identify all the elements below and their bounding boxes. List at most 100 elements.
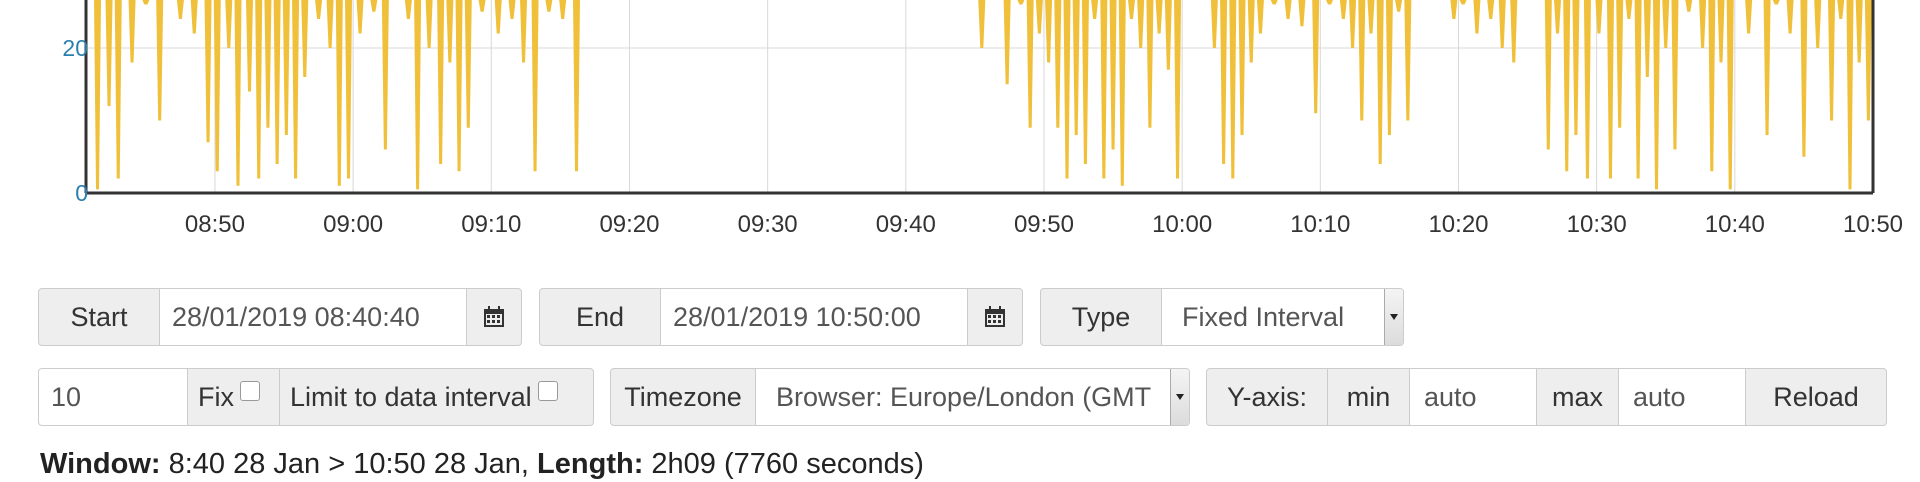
type-select[interactable]: Fixed Interval <box>1162 288 1404 346</box>
spike-bar <box>176 0 184 19</box>
spike-bar <box>345 0 353 179</box>
window-value: 8:40 28 Jan > 10:50 28 Jan, <box>168 448 529 480</box>
dropdown-arrow-icon <box>1384 289 1403 345</box>
spike-bar <box>1671 0 1679 150</box>
x-tick-label: 10:30 <box>1567 211 1627 238</box>
x-tick-label: 08:50 <box>185 211 245 238</box>
spike-bar <box>292 0 300 179</box>
spike-bar <box>335 0 343 186</box>
spike-bar <box>1473 0 1481 34</box>
spike-bar <box>1137 0 1145 48</box>
spike-bar <box>404 0 412 19</box>
spike-bar <box>446 0 454 63</box>
spike-bar <box>1127 0 1135 19</box>
limit-checkbox[interactable] <box>537 381 558 401</box>
spike-bar <box>1155 0 1163 34</box>
spike-bar <box>1247 0 1255 63</box>
length-value: 2h09 (7760 seconds) <box>651 448 924 480</box>
spike-bar <box>455 0 463 172</box>
spike-bar <box>1376 0 1384 164</box>
spike-bar <box>414 0 422 190</box>
end-group: End 28/01/2019 10:50:00 <box>539 288 1023 346</box>
spike-bar <box>105 0 113 106</box>
spike-bar <box>264 0 272 128</box>
spike-bar <box>1385 0 1393 135</box>
end-calendar-button[interactable] <box>968 288 1023 346</box>
spike-bar <box>234 0 242 186</box>
spike-bar <box>559 0 567 19</box>
spike-bar <box>1563 0 1571 172</box>
spike-bar <box>1763 0 1771 135</box>
interval-input[interactable]: 10 <box>38 368 188 426</box>
spike-bar <box>1814 0 1822 48</box>
spike-bar <box>1634 0 1642 179</box>
ymin-input[interactable]: auto <box>1410 368 1537 426</box>
reload-button[interactable]: Reload <box>1746 368 1887 426</box>
spike-bar <box>1837 0 1845 19</box>
spike-bar <box>508 0 516 19</box>
length-label: Length: <box>537 448 644 480</box>
spike-bar <box>1828 0 1836 121</box>
spike-bar <box>1772 0 1780 5</box>
x-tick-label: 10:10 <box>1290 211 1350 238</box>
spike-bar <box>1699 0 1707 48</box>
spike-bar <box>573 0 581 172</box>
dropdown-arrow-icon <box>1170 369 1189 425</box>
spike-bar <box>1003 0 1011 85</box>
spike-bar <box>1109 0 1117 150</box>
spike-bar <box>370 0 378 12</box>
spike-bar <box>1572 0 1580 135</box>
x-tick-label: 09:30 <box>738 211 798 238</box>
spike-bar <box>1404 0 1412 121</box>
spike-bar <box>1717 0 1725 63</box>
fix-checkbox[interactable] <box>240 381 260 401</box>
y-tick-label: 0 <box>75 180 88 206</box>
spike-bar <box>1017 0 1025 5</box>
spike-bar <box>1045 0 1053 63</box>
end-label: End <box>539 288 661 346</box>
start-label: Start <box>38 288 160 346</box>
spike-bar <box>1855 0 1863 63</box>
y-tick-label: 20 <box>62 35 88 61</box>
window-summary: Window: 8:40 28 Jan > 10:50 28 Jan, Leng… <box>40 448 924 481</box>
spike-bar <box>1498 0 1506 48</box>
spike-bar <box>1544 0 1552 150</box>
spike-bar <box>1210 0 1218 48</box>
end-datetime-input[interactable]: 28/01/2019 10:50:00 <box>661 288 968 346</box>
spike-bar <box>1284 0 1292 19</box>
chart: 08:50 09:00 09:10 09:20 09:30 09:40 09:50 10:00… <box>62 0 1903 238</box>
spike-bar <box>301 0 309 77</box>
spike-bar <box>531 0 539 172</box>
spike-bar <box>282 0 290 135</box>
spike-bar <box>1653 0 1661 190</box>
window-label: Window: <box>40 448 161 480</box>
timezone-label: Timezone <box>610 368 756 426</box>
spike-bar <box>1339 0 1347 19</box>
ymax-input[interactable]: auto <box>1619 368 1746 426</box>
spike-bar <box>1554 0 1562 34</box>
spike-bar <box>128 0 136 63</box>
chart-bars <box>94 0 1872 190</box>
x-tick-label: 09:20 <box>599 211 659 238</box>
timezone-select-value: Browser: Europe/London (GMT <box>776 381 1152 412</box>
fix-checkbox-group: Fix <box>188 368 280 426</box>
spike-bar <box>204 0 212 143</box>
spike-bar <box>1174 0 1182 179</box>
spike-bar <box>1800 0 1808 157</box>
spike-bar <box>1846 0 1854 190</box>
timezone-select[interactable]: Browser: Europe/London (GMT <box>756 368 1190 426</box>
chart-grid <box>86 0 1874 193</box>
y-tick-labels: 0 20 <box>62 35 88 206</box>
spike-bar <box>255 0 263 179</box>
limit-checkbox-group: Limit to data interval <box>280 368 594 426</box>
chart-axes <box>84 0 1875 195</box>
spike-bar <box>1081 0 1089 164</box>
spike-bar <box>1643 0 1651 77</box>
spike-bar <box>246 0 254 92</box>
start-datetime-input[interactable]: 28/01/2019 08:40:40 <box>160 288 467 346</box>
spike-bar <box>381 0 389 150</box>
spike-bar <box>1026 0 1034 128</box>
x-tick-label: 09:00 <box>323 211 383 238</box>
start-calendar-button[interactable] <box>467 288 522 346</box>
spike-bar <box>494 0 502 34</box>
